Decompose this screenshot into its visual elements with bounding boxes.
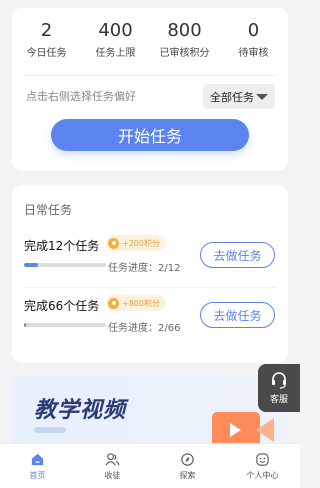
daily-tasks-card: 日常任务 完成12个任务 +200积分 任务进度：2/12 去做任务 完成66个… bbox=[12, 185, 288, 363]
stat-pending-review[interactable]: 0 待审核 bbox=[219, 20, 288, 59]
stat-task-limit[interactable]: 400 任务上限 bbox=[81, 20, 150, 59]
dropdown-arrow-icon bbox=[256, 93, 268, 100]
banner-decoration bbox=[34, 427, 66, 433]
stat-value: 400 bbox=[98, 20, 133, 41]
task-name: 完成12个任务 bbox=[24, 239, 100, 253]
preference-hint: 点击右侧选择任务偏好 bbox=[26, 90, 136, 103]
video-camera-lens bbox=[256, 418, 274, 442]
divider bbox=[24, 75, 276, 76]
stat-label: 今日任务 bbox=[26, 48, 67, 59]
daily-tasks-title: 日常任务 bbox=[24, 203, 73, 217]
stat-today-tasks[interactable]: 2 今日任务 bbox=[12, 20, 81, 59]
service-label: 客服 bbox=[269, 395, 288, 405]
stat-value: 0 bbox=[247, 20, 260, 41]
users-icon bbox=[105, 452, 120, 465]
progress-fill bbox=[24, 263, 38, 267]
stats-card: 2 今日任务 400 任务上限 800 已审核积分 0 待审核 点击右侧选择任务… bbox=[12, 8, 288, 171]
stat-reviewed-points[interactable]: 800 已审核积分 bbox=[150, 20, 219, 59]
progress-fill bbox=[24, 323, 27, 327]
tab-explore[interactable]: 探索 bbox=[150, 444, 225, 488]
start-task-button[interactable]: 开始任务 bbox=[51, 119, 249, 151]
progress-text: 任务进度：2/12 bbox=[108, 263, 181, 274]
stats-row: 2 今日任务 400 任务上限 800 已审核积分 0 待审核 bbox=[12, 20, 288, 59]
reward-badge: +800积分 bbox=[106, 295, 166, 311]
go-task-button[interactable]: 去做任务 bbox=[200, 242, 275, 268]
progress-bar bbox=[24, 263, 106, 267]
customer-service-button[interactable]: 客服 bbox=[258, 364, 300, 412]
stat-label: 已审核积分 bbox=[159, 48, 210, 59]
tab-label: 探索 bbox=[179, 470, 196, 480]
stat-value: 800 bbox=[167, 20, 202, 41]
reward-text: +800积分 bbox=[122, 298, 160, 308]
home-icon bbox=[31, 453, 44, 465]
profile-icon bbox=[256, 452, 269, 466]
headset-icon bbox=[272, 372, 286, 389]
tab-label: 收徒 bbox=[104, 470, 121, 480]
task-filter-value: 全部任务 bbox=[210, 90, 254, 104]
task-filter-select[interactable]: 全部任务 bbox=[203, 84, 275, 109]
stat-label: 待审核 bbox=[238, 48, 269, 59]
progress-text: 任务进度：2/66 bbox=[108, 323, 181, 334]
coin-icon bbox=[108, 237, 119, 249]
reward-badge: +200积分 bbox=[106, 235, 166, 251]
stat-value: 2 bbox=[40, 20, 53, 41]
reward-text: +200积分 bbox=[122, 238, 160, 248]
explore-icon bbox=[181, 452, 194, 466]
task-item: 完成66个任务 +800积分 任务进度：2/66 去做任务 bbox=[12, 287, 288, 347]
banner-title: 教学视频 bbox=[34, 398, 127, 423]
bottom-tab-bar: 首页 收徒 探索 个人中心 bbox=[0, 443, 300, 488]
task-item: 完成12个任务 +200积分 任务进度：2/12 去做任务 bbox=[12, 227, 288, 287]
task-name: 完成66个任务 bbox=[24, 299, 100, 313]
progress-bar bbox=[24, 323, 106, 327]
coin-icon bbox=[108, 297, 119, 309]
tab-profile[interactable]: 个人中心 bbox=[225, 444, 300, 488]
tab-label: 个人中心 bbox=[246, 470, 279, 480]
tab-apprentice[interactable]: 收徒 bbox=[75, 444, 150, 488]
go-task-button[interactable]: 去做任务 bbox=[200, 302, 275, 328]
tab-label: 首页 bbox=[29, 470, 46, 480]
tab-home[interactable]: 首页 bbox=[0, 444, 75, 488]
stat-label: 任务上限 bbox=[95, 48, 136, 59]
